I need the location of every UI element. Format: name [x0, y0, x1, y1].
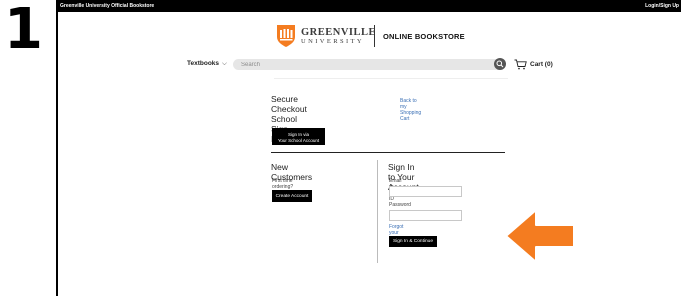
signin-continue-button[interactable]: Sign In & Continue [389, 236, 437, 247]
cart-label: Cart (0) [530, 61, 553, 68]
textbooks-label: Textbooks [187, 60, 220, 67]
search-bar [233, 59, 503, 70]
password-field[interactable] [389, 210, 462, 221]
create-account-button[interactable]: Create Account [272, 190, 312, 202]
step-number: 1 [4, 0, 43, 62]
brand-divider [374, 25, 375, 47]
first-time-text: First time ordering? [272, 178, 294, 190]
login-signup-link[interactable]: Login/Sign Up [645, 0, 679, 12]
school-signin-button[interactable]: Sign In via Your School Account [272, 128, 325, 145]
email-field[interactable] [389, 186, 462, 197]
search-input[interactable] [241, 59, 481, 70]
section-divider [271, 152, 505, 153]
step-number-panel: 1 [0, 0, 56, 296]
top-bar: Greenville University Official Bookstore… [58, 0, 681, 12]
back-to-cart-link[interactable]: Back to my Shopping Cart [400, 98, 421, 122]
cart-icon [514, 59, 527, 70]
secure-checkout-title: Secure Checkout [271, 94, 307, 114]
search-icon [496, 60, 504, 68]
store-name: Greenville University Official Bookstore [60, 3, 155, 9]
brand-header[interactable]: GREENVILLE UNIVERSITY ONLINE BOOKSTORE [276, 24, 496, 50]
university-shield-icon [277, 25, 295, 47]
university-subtitle: UNIVERSITY [301, 38, 364, 45]
university-wordmark: GREENVILLE UNIVERSITY [301, 27, 376, 46]
chevron-down-icon: ⌵ [222, 60, 227, 67]
arrow-left-icon [505, 209, 575, 263]
bookstore-title: ONLINE BOOKSTORE [383, 32, 465, 41]
nav-divider [274, 78, 508, 79]
column-divider [377, 160, 378, 263]
textbooks-menu[interactable]: Textbooks ⌵ [187, 60, 227, 68]
main-nav: Textbooks⌵ Cart (0) [58, 58, 681, 72]
cart-link[interactable]: Cart (0) [514, 59, 553, 72]
password-label: Password [389, 202, 411, 208]
bookstore-page: Greenville University Official Bookstore… [58, 0, 681, 296]
university-name: GREENVILLE [301, 27, 377, 38]
school-signin-line2: Your School Account [277, 137, 320, 143]
search-button[interactable] [494, 58, 506, 70]
